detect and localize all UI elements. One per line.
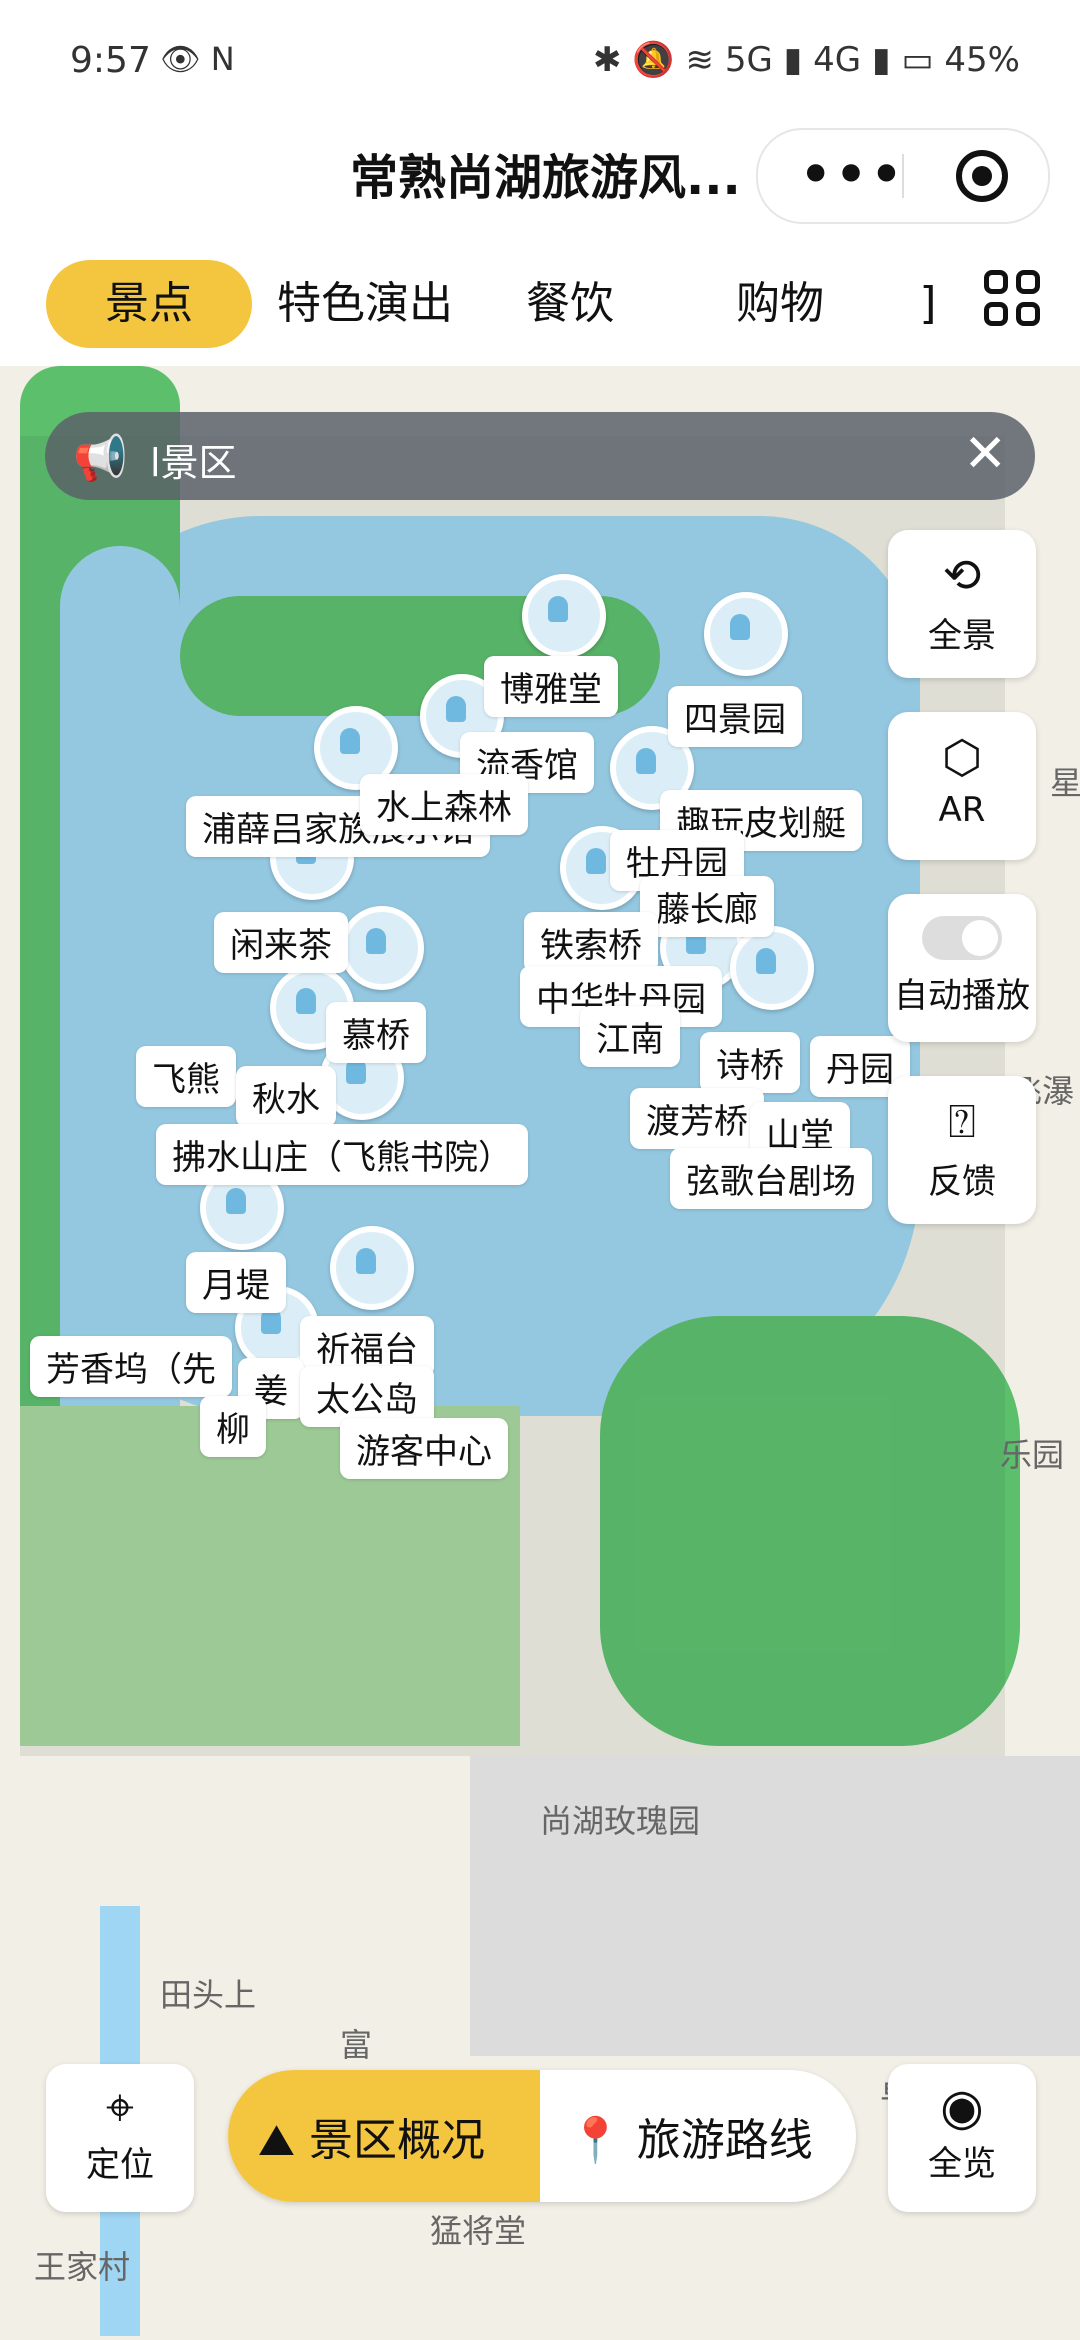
toggle-icon[interactable] — [922, 916, 1002, 960]
status-time: 9:57 — [70, 40, 151, 81]
page-title: 常熟尚湖旅游风... — [350, 150, 741, 206]
poi-marker[interactable] — [340, 906, 424, 990]
miniapp-capsule: ••• — [756, 128, 1050, 224]
speaker-icon: 📢 — [73, 433, 128, 484]
tab-shopping[interactable]: 购物 — [720, 260, 840, 348]
ar-button[interactable]: ⬡ AR — [888, 712, 1036, 860]
tab-shows[interactable]: 特色演出 — [270, 260, 460, 348]
poi-marker[interactable] — [730, 926, 814, 1010]
announcement-banner[interactable]: 📢 l景区 ✕ — [45, 412, 1035, 500]
poi-label[interactable]: 游客中心 — [340, 1418, 508, 1479]
title-bar: 常熟尚湖旅游风... ••• — [0, 120, 1080, 240]
eye-icon: ◉ — [940, 2078, 984, 2136]
view-all-label: 全览 — [928, 2144, 996, 2184]
status-bar: 9:57 👁 N ✱ 🔕 ≋ 5G ▮ 4G ▮ ▭ 45% — [0, 0, 1080, 120]
tab-dining[interactable]: 餐饮 — [510, 260, 630, 348]
poi-label[interactable]: 江南 — [580, 1006, 680, 1067]
feedback-icon: ⍰ — [948, 1094, 976, 1148]
place-name: 田头上 — [160, 1976, 257, 2014]
poi-label[interactable]: 拂水山庄（飞熊书院） — [156, 1124, 528, 1185]
battery-icon: ▭ — [901, 40, 934, 80]
poi-label[interactable]: 秋水 — [236, 1066, 336, 1127]
status-right: ✱ 🔕 ≋ 5G ▮ 4G ▮ ▭ 45% — [593, 40, 1020, 80]
poi-label[interactable]: 飞熊 — [136, 1046, 236, 1107]
signal-icon: ▮ — [871, 40, 891, 80]
grid-menu-icon[interactable] — [984, 270, 1044, 330]
route-button[interactable]: 📍 旅游路线 — [568, 2104, 813, 2168]
more-button[interactable]: ••• — [798, 140, 904, 210]
feedback-button[interactable]: ⍰ 反馈 — [888, 1076, 1036, 1224]
poi-label[interactable]: 柳 — [200, 1396, 266, 1457]
360-icon: ⟲ — [942, 548, 982, 602]
mute-icon: 🔕 — [632, 40, 675, 80]
ar-label: AR — [938, 790, 986, 830]
eye-icon: 👁 N — [160, 40, 235, 78]
poi-marker[interactable] — [330, 1226, 414, 1310]
wifi-icon: ≋ — [685, 40, 715, 80]
autoplay-toggle[interactable]: 自动播放 — [888, 894, 1036, 1042]
autoplay-label: 自动播放 — [894, 976, 1030, 1016]
view-all-button[interactable]: ◉ 全览 — [888, 2064, 1036, 2212]
poi-label[interactable]: 芳香坞（先 — [30, 1336, 232, 1397]
poi-label[interactable]: 慕桥 — [326, 1002, 426, 1063]
close-miniapp-icon[interactable] — [956, 150, 1008, 202]
locate-icon: ⌖ — [105, 2078, 135, 2136]
close-icon[interactable]: ✕ — [963, 424, 1007, 484]
poi-label[interactable]: 渡芳桥 — [630, 1088, 764, 1149]
bluetooth-icon: ✱ — [593, 40, 622, 80]
route-label: 旅游路线 — [636, 2115, 813, 2166]
bottom-segment: ⛰ 景区概况 📍 旅游路线 — [228, 2070, 856, 2202]
place-name: 富 — [340, 2026, 373, 2064]
poi-label[interactable]: 藤长廊 — [640, 876, 774, 937]
poi-label[interactable]: 闲来茶 — [214, 912, 348, 973]
panorama-label: 全景 — [928, 616, 996, 656]
signal-icon: ▮ — [783, 40, 803, 80]
poi-label[interactable]: 博雅堂 — [484, 656, 618, 717]
signal-5g: 5G — [724, 40, 773, 80]
place-name: 王家村 — [34, 2248, 131, 2286]
signal-4g: 4G — [813, 40, 862, 80]
place-name: 猛将堂 — [430, 2212, 527, 2250]
poi-label[interactable]: 弦歌台剧场 — [670, 1148, 872, 1209]
route-pin-icon: 📍 — [568, 2115, 623, 2166]
place-name: 尚湖玫瑰园 — [540, 1802, 701, 1840]
mountain-icon: ⛰ — [258, 2115, 295, 2166]
tab-more[interactable]: ] — [918, 260, 938, 348]
place-name: 星 — [1050, 764, 1080, 802]
poi-label[interactable]: 诗桥 — [700, 1032, 800, 1093]
tab-scenic[interactable]: 景点 — [46, 260, 252, 348]
place-name: 乐园 — [1000, 1436, 1065, 1474]
overview-button[interactable]: ⛰ 景区概况 — [258, 2104, 485, 2168]
locate-button[interactable]: ⌖ 定位 — [46, 2064, 194, 2212]
banner-text: l景区 — [150, 441, 237, 485]
poi-label[interactable]: 水上森林 — [360, 774, 528, 835]
overview-label: 景区概况 — [308, 2115, 485, 2166]
ar-icon: ⬡ — [941, 730, 983, 784]
panorama-button[interactable]: ⟲ 全景 — [888, 530, 1036, 678]
poi-label[interactable]: 月堤 — [186, 1252, 286, 1313]
category-tabs: 景点 特色演出 餐饮 购物 ] — [0, 240, 1080, 367]
divider — [902, 154, 904, 198]
poi-label[interactable]: 铁索桥 — [524, 912, 658, 973]
poi-marker[interactable] — [522, 574, 606, 658]
feedback-label: 反馈 — [928, 1162, 996, 1202]
locate-label: 定位 — [86, 2145, 154, 2185]
poi-marker[interactable] — [704, 592, 788, 676]
battery-level: 45% — [944, 40, 1020, 80]
poi-label[interactable]: 四景园 — [668, 686, 802, 747]
